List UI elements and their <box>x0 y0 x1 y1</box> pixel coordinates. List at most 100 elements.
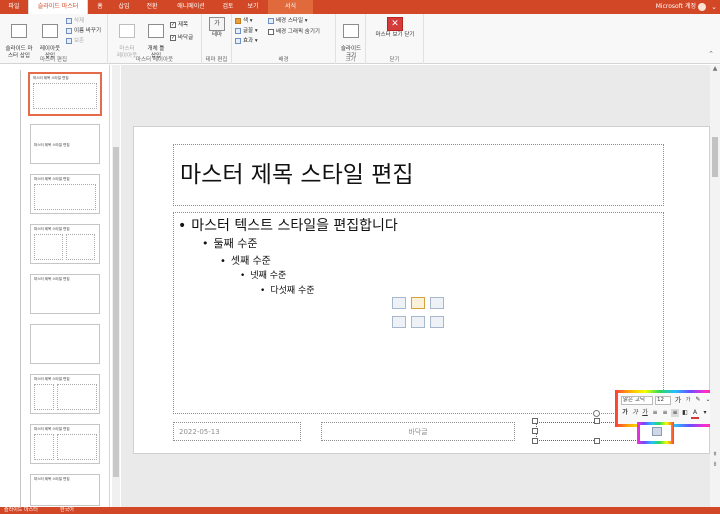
themes-button[interactable]: 가 테마 <box>204 17 230 39</box>
effects-dropdown[interactable]: 효과 ▾ <box>235 37 258 45</box>
insert-picture-icon[interactable] <box>392 316 406 328</box>
insert-chart-icon[interactable] <box>411 297 425 309</box>
thumbnail-layout-3[interactable]: 마스터 제목 스타일 편집 <box>30 224 100 264</box>
tab-home[interactable]: 홈 <box>90 0 110 14</box>
background-styles-label: 배경 스타일 <box>276 18 304 24</box>
preserve-label: 보존 <box>74 38 85 44</box>
resize-handle-n[interactable] <box>594 418 600 424</box>
body-level-1: 마스터 텍스트 스타일을 편집합니다 <box>178 215 398 235</box>
font-color-dropdown-icon[interactable]: ▾ <box>701 409 709 417</box>
thumbnail-layout-7[interactable]: 마스터 제목 스타일 편집 <box>30 424 100 464</box>
effects-icon <box>235 37 241 44</box>
mini-size-dropdown[interactable]: 12 <box>655 396 671 405</box>
font-color-icon[interactable]: A <box>691 409 699 419</box>
thumbnail-layout-body-right <box>57 384 97 410</box>
thumbnail-layout-6[interactable]: 마스터 제목 스타일 편집 <box>30 374 100 414</box>
group-label-close: 닫기 <box>389 57 400 63</box>
fonts-label: 글꼴 <box>243 28 254 34</box>
insert-video-icon[interactable] <box>430 316 444 328</box>
resize-handle-s[interactable] <box>594 438 600 444</box>
ribbon-tab-bar: 파일 슬라이드 마스터 홈 삽입 전환 애니메이션 검토 보기 서식 Micro… <box>0 0 720 14</box>
grow-font-button[interactable]: 가 <box>674 396 682 404</box>
title-checkbox[interactable]: ✓ 제목 <box>170 21 188 29</box>
insert-online-picture-icon[interactable] <box>411 316 425 328</box>
fonts-dropdown[interactable]: 글꼴 ▾ <box>235 27 258 35</box>
body-placeholder[interactable]: 마스터 텍스트 스타일을 편집합니다 둘째 수준 셋째 수준 넷째 수준 다섯째… <box>173 212 664 414</box>
previous-slide-icon[interactable]: ⇞ <box>711 451 719 458</box>
tab-format[interactable]: 서식 <box>268 0 313 14</box>
master-layout-button[interactable]: 마스터 레이아웃 <box>112 17 142 60</box>
thumbnail-layout-title: 마스터 제목 스타일 편집 <box>34 377 70 381</box>
thumbnail-slide-master[interactable]: 마스터 제목 스타일 편집 <box>28 72 102 116</box>
thumbnail-layout-8[interactable]: 마스터 제목 스타일 편집 <box>30 474 100 506</box>
scroll-up-icon[interactable]: ▲ <box>711 65 719 72</box>
resize-handle-nw[interactable] <box>532 418 538 424</box>
resize-handle-w[interactable] <box>532 428 538 434</box>
mini-toolbar-panel: 맑은 고딕 12 가 가 ✎ ⌄ 가 가 가 ≡ ≡ ≡ ◧ A ▾ <box>618 393 717 424</box>
rename-button[interactable]: 이름 바꾸기 <box>66 27 101 35</box>
account-name[interactable]: Microsoft 계정 <box>656 0 696 14</box>
thumbnail-scrollbar[interactable] <box>112 65 120 507</box>
tab-view[interactable]: 보기 <box>242 0 264 14</box>
thumbnail-layout-title: 마스터 제목 스타일 편집 <box>34 277 70 281</box>
italic-button[interactable]: 가 <box>631 409 639 417</box>
insert-slide-master-button[interactable]: 슬라이드 마 스터 삽입 <box>2 17 36 60</box>
date-placeholder[interactable]: 2022-05-13 <box>173 422 301 441</box>
status-language[interactable]: 한국어 <box>60 507 74 514</box>
insert-layout-button[interactable]: 레이아웃 삽입 <box>36 17 64 60</box>
quick-style-icon[interactable] <box>652 427 662 436</box>
tab-insert[interactable]: 삽입 <box>112 0 136 14</box>
insert-slide-master-icon <box>11 24 27 38</box>
hide-background-graphics-checkbox[interactable]: 배경 그래픽 숨기기 <box>268 28 320 36</box>
delete-button[interactable]: 삭제 <box>66 17 84 25</box>
insert-smartart-icon[interactable] <box>430 297 444 309</box>
thumbnail-layout-1[interactable]: 마스터 제목 스타일 편집 <box>30 124 100 164</box>
body-level-4: 넷째 수준 <box>240 268 286 281</box>
preserve-button[interactable]: 보존 <box>66 37 84 45</box>
thumbnail-layout-4[interactable]: 마스터 제목 스타일 편집 <box>30 274 100 314</box>
shape-fill-icon[interactable]: ◧ <box>681 409 689 417</box>
shrink-font-button[interactable]: 가 <box>684 396 692 404</box>
title-check-icon: ✓ <box>170 21 176 28</box>
content-insert-icons <box>392 297 448 335</box>
format-painter-icon[interactable]: ✎ <box>694 396 702 404</box>
thumbnail-layout-body-left <box>34 434 54 460</box>
footer-placeholder[interactable]: 바닥글 <box>321 422 515 441</box>
align-right-icon[interactable]: ≡ <box>671 409 679 417</box>
align-center-icon[interactable]: ≡ <box>661 409 669 417</box>
underline-button[interactable]: 가 <box>641 409 649 417</box>
slide-scrollbar-thumb[interactable] <box>712 137 718 177</box>
group-master-layout: 마스터 레이아웃 개체 틀 삽입 ✓ 제목 ✓ 바닥글 마스터 레이아웃 <box>108 14 202 64</box>
slide-vertical-scrollbar[interactable]: ▲ ⇞ ⇟ <box>710 65 720 507</box>
thumbnail-layout-2[interactable]: 마스터 제목 스타일 편집 <box>30 174 100 214</box>
background-styles-dropdown[interactable]: 배경 스타일 ▾ <box>268 17 308 25</box>
next-slide-icon[interactable]: ⇟ <box>711 461 719 468</box>
tab-transitions[interactable]: 전환 <box>140 0 164 14</box>
resize-handle-sw[interactable] <box>532 438 538 444</box>
title-placeholder[interactable]: 마스터 제목 스타일 편집 <box>173 144 664 206</box>
bold-button[interactable]: 가 <box>621 409 629 417</box>
slide-title: 마스터 제목 스타일 편집 <box>180 162 414 188</box>
group-label-master-edit: 마스터 편집 <box>39 57 68 63</box>
ribbon-options-icon[interactable]: ⌄ <box>711 2 717 12</box>
tab-slide-master[interactable]: 슬라이드 마스터 <box>28 0 88 14</box>
tab-review[interactable]: 검토 <box>216 0 240 14</box>
colors-dropdown[interactable]: 색 ▾ <box>235 17 253 25</box>
close-master-view-button[interactable]: ✕ 마스터 보기 닫기 <box>368 17 422 39</box>
collapse-ribbon-icon[interactable]: ⌃ <box>708 50 714 58</box>
align-left-icon[interactable]: ≡ <box>651 409 659 417</box>
thumbnail-scrollbar-thumb[interactable] <box>113 147 119 477</box>
insert-table-icon[interactable] <box>392 297 406 309</box>
footer-checkbox[interactable]: ✓ 바닥글 <box>170 34 193 42</box>
tab-animations[interactable]: 애니메이션 <box>168 0 214 14</box>
tab-file[interactable]: 파일 <box>0 0 28 14</box>
slide-size-button[interactable]: 슬라이드 크기 <box>338 17 364 60</box>
thumbnail-layout-5[interactable] <box>30 324 100 364</box>
close-icon: ✕ <box>387 17 403 31</box>
rotate-handle[interactable] <box>593 410 600 417</box>
insert-placeholder-button[interactable]: 개체 틀 삽입 <box>142 17 170 60</box>
colors-icon <box>235 17 241 24</box>
mini-font-dropdown[interactable]: 맑은 고딕 <box>621 396 653 405</box>
preserve-icon <box>66 37 72 44</box>
account-avatar-icon[interactable] <box>698 3 706 11</box>
